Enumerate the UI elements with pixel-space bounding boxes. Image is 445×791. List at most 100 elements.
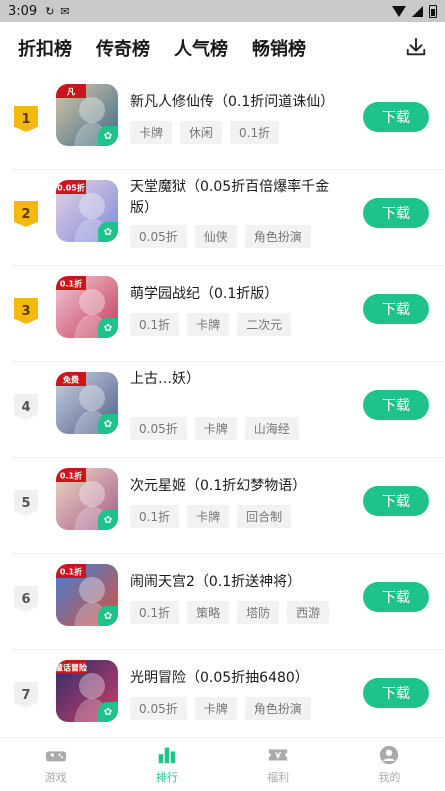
tab-popular[interactable]: 人气榜 [174, 35, 228, 61]
icon-label: 0.1折 [60, 471, 82, 481]
tag-list: 0.05折 卡牌 山海经 [130, 417, 299, 440]
game-title[interactable]: 光明冒险（0.05折抽6480） [130, 668, 350, 689]
game-center-icon: ✿ [98, 702, 118, 722]
tab-legend[interactable]: 传奇榜 [96, 35, 150, 61]
game-tag: 塔防 [237, 601, 280, 624]
nav-label: 福利 [267, 771, 290, 784]
icon-label: 0.1折 [60, 567, 82, 577]
game-tag: 角色扮演 [244, 225, 311, 248]
nav-item-gamepad[interactable]: 游戏 [0, 738, 111, 791]
icon-label: 童话冒险 [56, 663, 88, 673]
game-tag: 0.05折 [130, 697, 187, 720]
nav-label: 游戏 [44, 771, 67, 784]
game-icon[interactable]: 免费 ✿ [56, 372, 118, 434]
list-item[interactable]: 3 0.1折 ✿ 萌学园战纪（0.1折版） 0.1折卡牌 二次元 下载 [12, 266, 445, 362]
download-icon[interactable] [405, 36, 427, 58]
rank-badge: 5 [14, 490, 38, 516]
nav-item-user[interactable]: 我的 [334, 738, 445, 791]
tag-list: 0.05折 仙侠 角色扮演 [130, 225, 311, 248]
list-item[interactable]: 4 免费 ✿ 上古…妖） 0.05折 卡牌 山海经 下载 [12, 362, 445, 458]
game-tag: 西游 [287, 601, 330, 624]
icon-label: 0.05折 [57, 183, 85, 193]
sync-icon: ↻ [45, 4, 55, 18]
game-title[interactable]: 萌学园战纪（0.1折版） [130, 284, 350, 305]
game-tag: 0.1折 [130, 505, 180, 528]
game-center-icon: ✿ [98, 318, 118, 338]
rank-chart-icon [156, 744, 178, 769]
game-icon[interactable]: 凡 ✿ [56, 84, 118, 146]
download-button[interactable]: 下载 [363, 486, 429, 516]
battery-icon [429, 4, 437, 18]
game-tag: 0.05折 [130, 417, 187, 440]
game-tag: 卡牌 [130, 121, 173, 144]
status-bar: 3:09 ↻ ✉ [0, 0, 445, 22]
bottom-nav: 游戏 排行 福利 我的 [0, 737, 445, 791]
game-icon[interactable]: 0.1折 ✿ [56, 468, 118, 530]
game-title[interactable]: 闹闹天宫2（0.1折送神将） [130, 572, 350, 593]
gamepad-icon [45, 744, 67, 769]
game-tag: 策略 [187, 601, 230, 624]
status-time: 3:09 [8, 3, 38, 19]
list-item[interactable]: 5 0.1折 ✿ 次元星姬（0.1折幻梦物语） 0.1折 卡牌 回合制 下载 [12, 458, 445, 554]
download-button[interactable]: 下载 [363, 294, 429, 324]
tab-discount[interactable]: 折扣榜 [18, 35, 72, 62]
icon-label: 免费 [63, 375, 79, 385]
game-tag: 0.1折 [130, 601, 180, 624]
game-title[interactable]: 天堂魔狱（0.05折百倍爆率千金版） [130, 177, 350, 219]
download-button[interactable]: 下载 [363, 582, 429, 612]
download-button[interactable]: 下载 [363, 390, 429, 420]
icon-label: 凡 [67, 88, 75, 97]
game-center-icon: ✿ [98, 414, 118, 434]
list-item[interactable]: 6 0.1折 ✿ 闹闹天宫2（0.1折送神将） 0.1折 策略 塔防 西游 下载 [12, 554, 445, 650]
signal-icon [412, 5, 423, 17]
game-title[interactable]: 次元星姬（0.1折幻梦物语） [130, 476, 350, 497]
ticket-icon [267, 744, 289, 769]
rank-badge: 3 [14, 298, 38, 324]
nav-item-ticket[interactable]: 福利 [223, 738, 334, 791]
nav-item-rank-chart[interactable]: 排行 [111, 738, 222, 791]
rank-badge: 1 [14, 106, 38, 132]
game-tag: 仙侠 [194, 225, 237, 248]
game-tag: 回合制 [237, 505, 292, 528]
tag-list: 卡牌 休闲 0.1折 [130, 121, 280, 144]
tag-list: 0.05折 卡牌 角色扮演 [130, 697, 311, 720]
game-tag: 0.1折 [230, 121, 280, 144]
game-tag: 角色扮演 [244, 697, 311, 720]
game-icon[interactable]: 0.1折 ✿ [56, 564, 118, 626]
game-tag: 卡牌 [187, 313, 230, 336]
game-icon[interactable]: 0.05折 ✿ [56, 180, 118, 242]
app-notification-icon: ✉ [60, 4, 70, 18]
list-item[interactable]: 2 0.05折 ✿ 天堂魔狱（0.05折百倍爆率千金版） 0.05折 仙侠 角色扮演 下载 [12, 170, 445, 266]
user-icon [378, 744, 400, 769]
game-center-icon: ✿ [98, 510, 118, 530]
rank-badge: 7 [14, 682, 38, 708]
game-tag: 卡牌 [187, 505, 230, 528]
game-icon[interactable]: 童话冒险 ✿ [56, 660, 118, 722]
game-title[interactable]: 新凡人修仙传（0.1折问道诛仙） [130, 92, 350, 113]
download-button[interactable]: 下载 [363, 102, 429, 132]
wifi-icon [392, 5, 406, 17]
ranking-tabs: 折扣榜 传奇榜 人气榜 畅销榜 [0, 22, 445, 74]
game-center-icon: ✿ [98, 126, 118, 146]
game-center-icon: ✿ [98, 606, 118, 626]
list-item[interactable]: 1 凡 ✿ 新凡人修仙传（0.1折问道诛仙） 卡牌 休闲 0.1折 下载 [12, 74, 445, 170]
rank-badge: 4 [14, 394, 38, 420]
nav-label: 排行 [155, 771, 178, 784]
game-tag: 卡牌 [194, 697, 237, 720]
game-title[interactable]: 上古…妖） [130, 369, 350, 390]
game-tag: 山海经 [244, 417, 299, 440]
game-ranking-list: 1 凡 ✿ 新凡人修仙传（0.1折问道诛仙） 卡牌 休闲 0.1折 下载 2 0.05折 ✿ 天堂魔狱… [0, 74, 445, 746]
game-tag: 休闲 [180, 121, 223, 144]
game-center-icon: ✿ [98, 222, 118, 242]
nav-label: 我的 [378, 771, 401, 784]
tab-bestseller[interactable]: 畅销榜 [252, 35, 306, 61]
list-item[interactable]: 7 童话冒险 ✿ 光明冒险（0.05折抽6480） 0.05折 卡牌 角色扮演 下载 [12, 650, 445, 746]
download-button[interactable]: 下载 [363, 678, 429, 708]
game-tag: 卡牌 [194, 417, 237, 440]
game-icon[interactable]: 0.1折 ✿ [56, 276, 118, 338]
icon-label: 0.1折 [60, 279, 82, 289]
rank-badge: 2 [14, 201, 38, 227]
game-tag: 0.05折 [130, 225, 187, 248]
download-button[interactable]: 下载 [363, 198, 429, 228]
game-tag: 二次元 [237, 313, 292, 336]
